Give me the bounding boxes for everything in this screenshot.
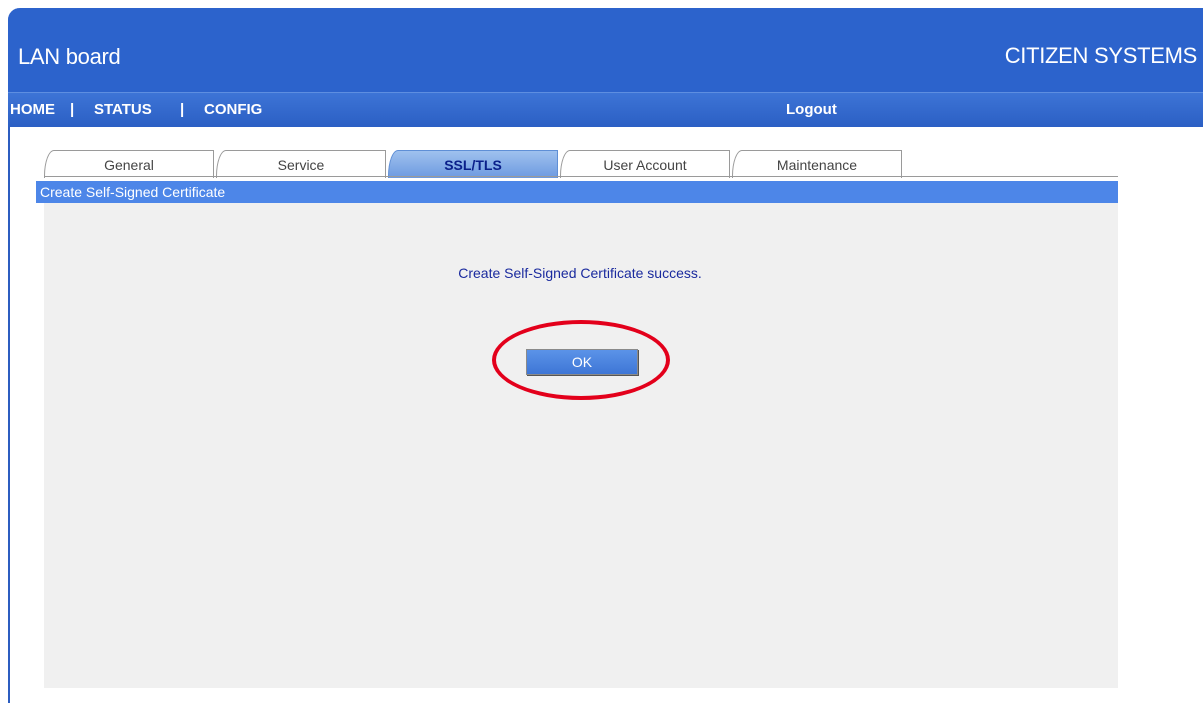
nav-home-link[interactable]: HOME <box>10 101 55 118</box>
tab-general[interactable]: General <box>44 150 214 178</box>
tab-bar: General Service SSL/TLS User Account Mai… <box>44 150 1118 178</box>
tab-ssl-tls[interactable]: SSL/TLS <box>388 150 558 178</box>
brand-name: CITIZEN SYSTEMS <box>1004 43 1198 68</box>
success-message: Create Self-Signed Certificate success. <box>458 265 702 281</box>
nav-config-link[interactable]: CONFIG <box>204 101 262 118</box>
nav-status-link[interactable]: STATUS <box>94 101 152 118</box>
nav-separator: | <box>180 101 185 118</box>
tab-user-account[interactable]: User Account <box>560 150 730 178</box>
app-header: LAN board CITIZEN SYSTEMS <box>8 8 1203 92</box>
app-title: LAN board <box>18 44 121 69</box>
nav-separator: | <box>70 101 75 118</box>
panel-title: Create Self-Signed Certificate <box>36 181 1118 203</box>
ok-button[interactable]: OK <box>526 349 638 375</box>
logout-link[interactable]: Logout <box>786 101 837 118</box>
tab-maintenance[interactable]: Maintenance <box>732 150 902 178</box>
tab-service[interactable]: Service <box>216 150 386 178</box>
tab-divider <box>44 176 1118 177</box>
nav-bar: HOME | STATUS | CONFIG Logout <box>8 92 1203 127</box>
